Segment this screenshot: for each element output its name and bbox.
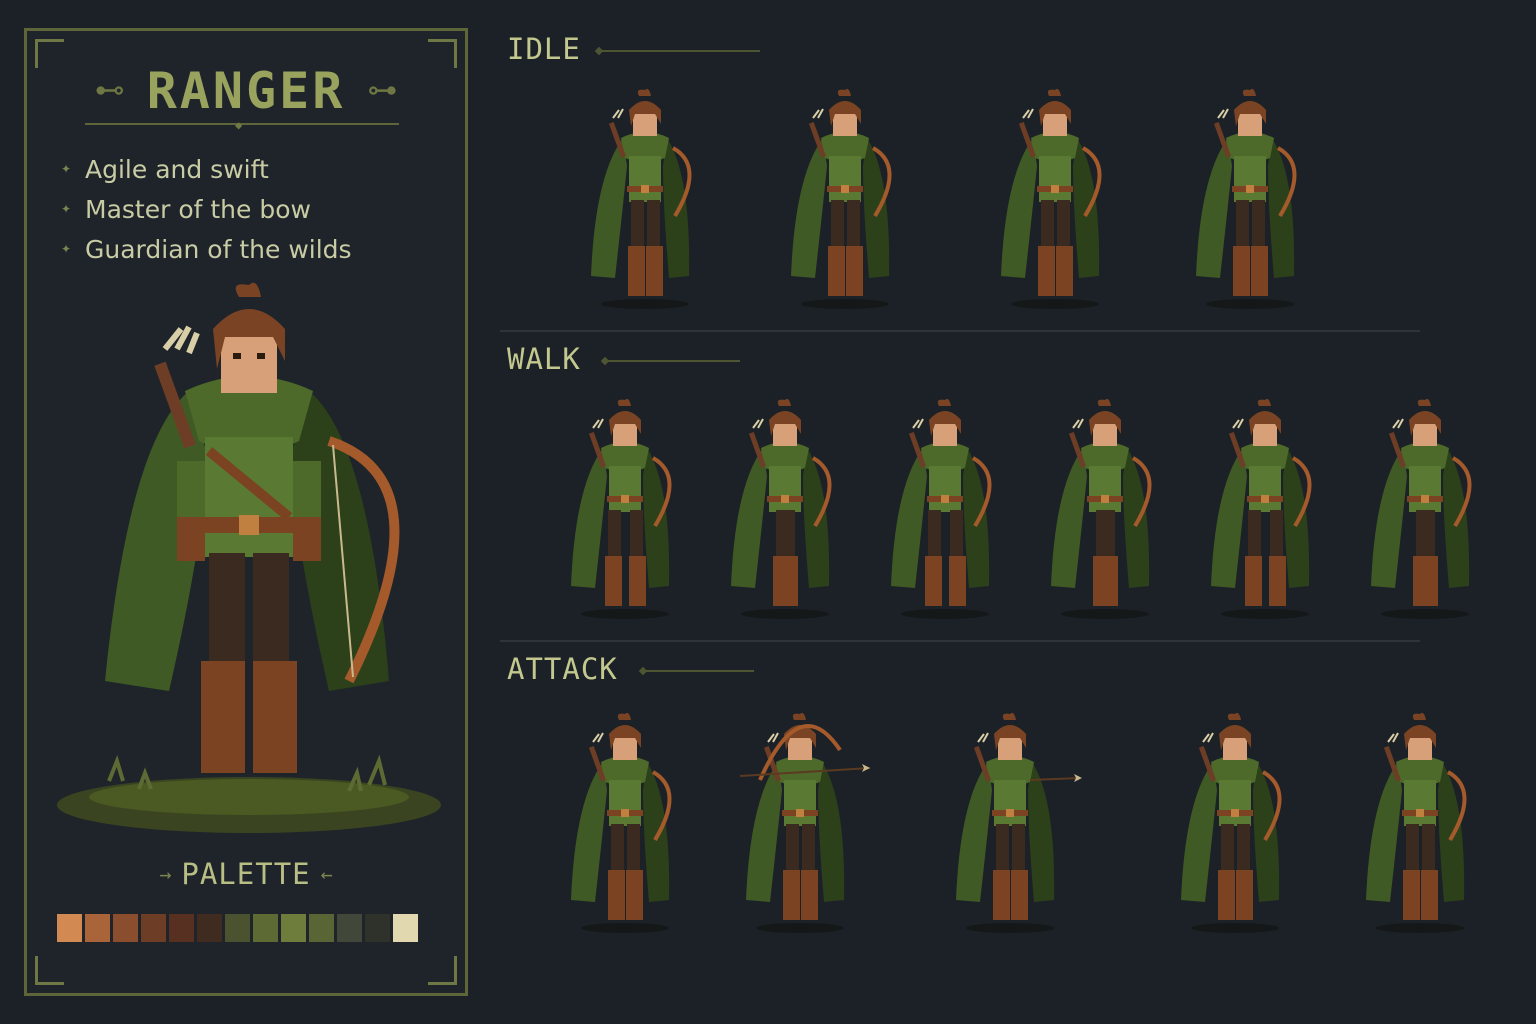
trait-item: ✦ Guardian of the wilds: [61, 229, 352, 269]
sprite-sheet: ⊷ RANGER ⊶ ◆ ✦ Agile and swift ✦ Master of…: [0, 0, 1536, 1024]
walk-frame-1: [545, 396, 705, 626]
leaf-left-icon: ⊷: [94, 73, 125, 108]
bullet-icon: ✦: [61, 242, 72, 256]
palette-swatch: [253, 914, 278, 942]
arrow-right-icon: →: [159, 862, 172, 886]
trait-list: ✦ Agile and swift ✦ Master of the bow ✦ Gua…: [61, 149, 352, 269]
walk-frame-4: [1025, 396, 1185, 626]
trait-text: Master of the bow: [85, 194, 311, 224]
idle-frame-2: [765, 86, 925, 316]
trait-text: Guardian of the wilds: [85, 234, 352, 264]
palette-swatches: [57, 914, 418, 942]
label-line: [644, 670, 754, 672]
divider-gem-icon: ◆: [235, 118, 243, 132]
trait-item: ✦ Agile and swift: [61, 149, 352, 189]
leaf-right-icon: ⊶: [367, 73, 398, 108]
palette-swatch: [225, 914, 250, 942]
attack-frame-2: [720, 710, 880, 940]
section-divider: [500, 330, 1420, 332]
idle-frame-4: [1170, 86, 1330, 316]
palette-swatch: [393, 914, 418, 942]
palette-swatch: [337, 914, 362, 942]
label-line: [600, 50, 760, 52]
walk-frame-5: [1185, 396, 1345, 626]
corner-ornament: [428, 956, 457, 985]
section-label-attack: ATTACK: [507, 652, 618, 686]
section-label-walk: WALK: [507, 342, 581, 376]
attack-frame-3: [930, 710, 1090, 940]
section-divider: [500, 640, 1420, 642]
bullet-icon: ✦: [61, 202, 72, 216]
section-label-idle: IDLE: [507, 32, 581, 66]
attack-frame-4: [1155, 710, 1315, 940]
ranger-portrait: [57, 282, 441, 833]
label-line: [606, 360, 740, 362]
walk-frame-6: [1345, 396, 1505, 626]
attack-frame-5: [1340, 710, 1500, 940]
trait-item: ✦ Master of the bow: [61, 189, 352, 229]
walk-frame-2: [705, 396, 865, 626]
bullet-icon: ✦: [61, 162, 72, 176]
palette-swatch: [85, 914, 110, 942]
palette-swatch: [169, 914, 194, 942]
character-title: RANGER: [146, 62, 346, 120]
walk-frame-3: [865, 396, 1025, 626]
corner-ornament: [35, 956, 64, 985]
palette-header: → PALETTE ←: [27, 857, 465, 891]
palette-swatch: [57, 914, 82, 942]
palette-swatch: [281, 914, 306, 942]
character-card: ⊷ RANGER ⊶ ◆ ✦ Agile and swift ✦ Master of…: [24, 28, 468, 996]
idle-frame-3: [975, 86, 1135, 316]
palette-swatch: [113, 914, 138, 942]
palette-title: PALETTE: [181, 857, 311, 891]
palette-swatch: [365, 914, 390, 942]
palette-swatch: [197, 914, 222, 942]
palette-swatch: [141, 914, 166, 942]
attack-frame-1: [545, 710, 705, 940]
title-row: ⊷ RANGER ⊶: [27, 61, 465, 121]
trait-text: Agile and swift: [85, 154, 269, 184]
palette-swatch: [309, 914, 334, 942]
arrow-left-icon: ←: [320, 862, 333, 886]
idle-frame-1: [565, 86, 725, 316]
